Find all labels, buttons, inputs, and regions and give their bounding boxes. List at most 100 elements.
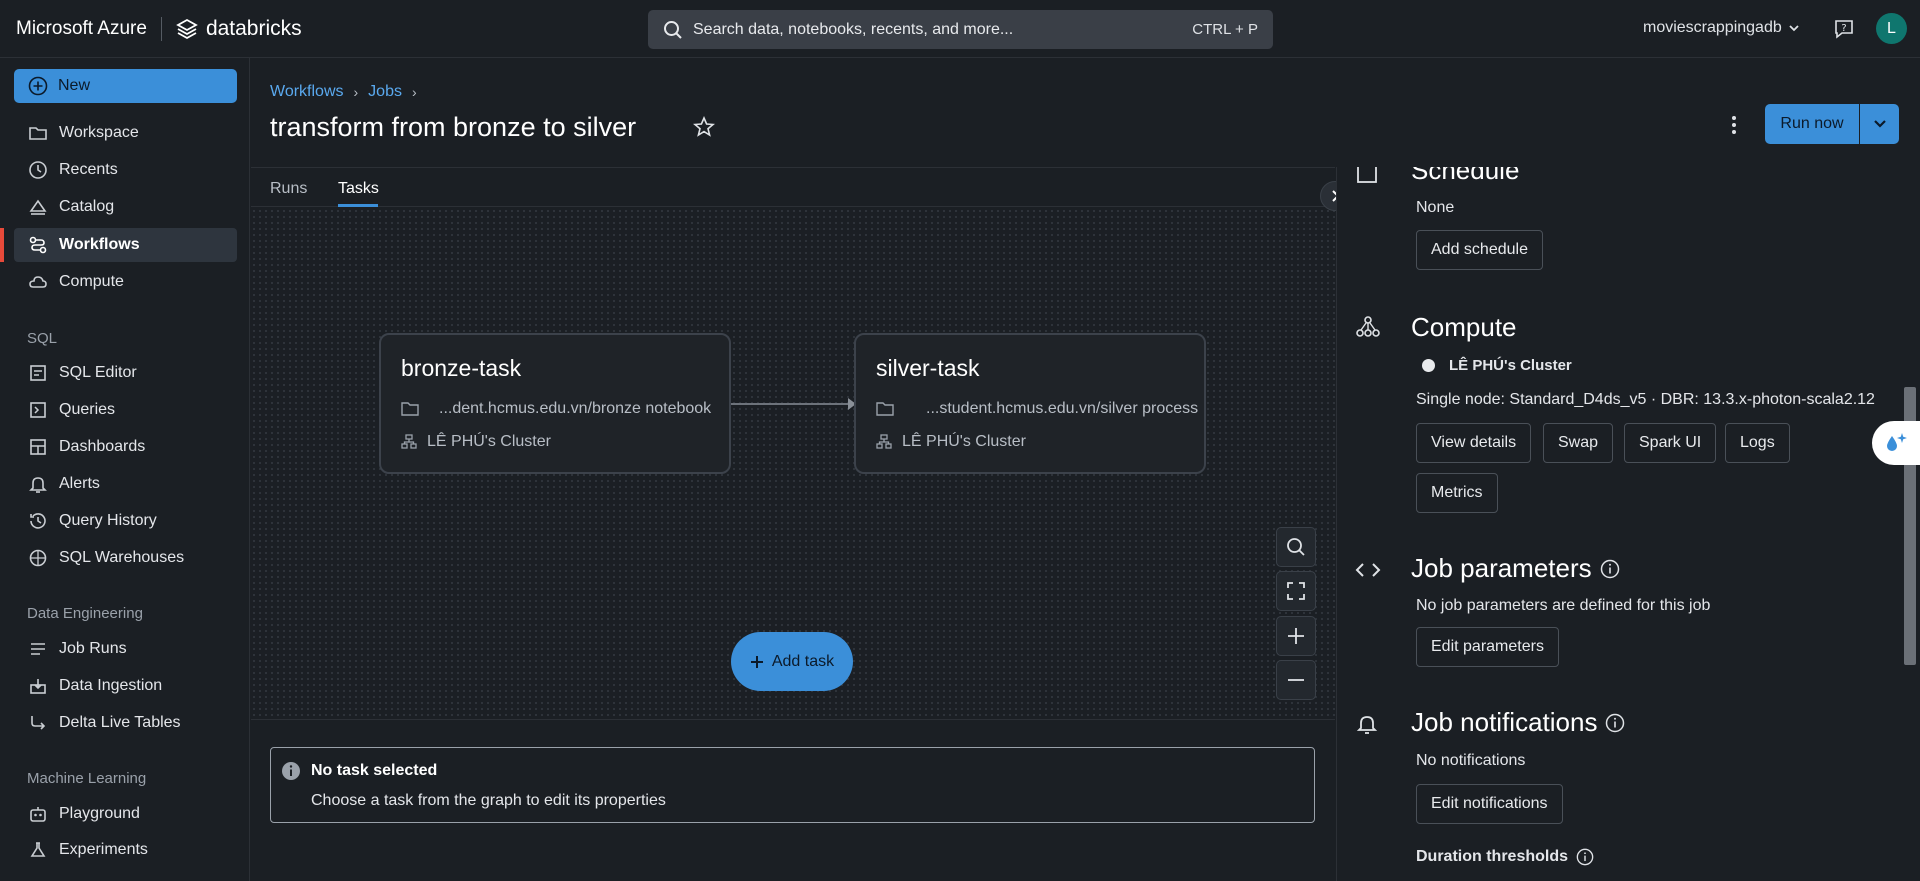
list-icon	[31, 643, 45, 655]
task-name: bronze-task	[401, 355, 522, 381]
job-parameters-title-text: Job parameters	[1411, 553, 1592, 583]
search-shortcut: CTRL + P	[1192, 21, 1258, 38]
zoom-out-button[interactable]	[1276, 660, 1316, 700]
edit-notifications-button[interactable]: Edit notifications	[1416, 784, 1563, 824]
star-icon[interactable]	[693, 116, 715, 138]
info-icon[interactable]	[1576, 848, 1594, 866]
sidebar-item-label: Workspace	[59, 124, 139, 141]
task-node-bronze[interactable]: bronze-task ...dent.hcmus.edu.vn/bronze …	[379, 333, 731, 474]
notice-title: No task selected	[311, 762, 438, 779]
compute-cluster-name: LÊ PHÚ's Cluster	[1449, 357, 1572, 374]
breadcrumb-workflows[interactable]: Workflows	[270, 83, 344, 101]
compute-details: Single node: Standard_D4ds_v5 · DBR: 13.…	[1416, 391, 1875, 408]
info-icon[interactable]	[1605, 713, 1625, 733]
pipeline-icon	[31, 716, 46, 730]
workspace-switcher[interactable]: moviescrappingadb	[1643, 19, 1800, 37]
sidebar-item-dashboards[interactable]: Dashboards	[14, 430, 237, 464]
fit-view-button[interactable]	[1276, 571, 1316, 611]
sidebar-item-alerts[interactable]: Alerts	[14, 467, 237, 501]
tab-bar: Runs Tasks	[251, 167, 1335, 207]
sidebar-item-sql-editor[interactable]: SQL Editor	[14, 356, 237, 390]
calendar-icon	[1357, 167, 1377, 183]
sidebar-item-label: Compute	[59, 273, 124, 290]
sidebar-item-workflows[interactable]: Workflows	[14, 228, 237, 262]
task-node-silver[interactable]: silver-task ...student.hcmus.edu.vn/silv…	[854, 333, 1206, 474]
new-button[interactable]: New	[14, 69, 237, 103]
run-now-dropdown[interactable]	[1859, 104, 1899, 144]
sidebar-item-job-runs[interactable]: Job Runs	[14, 632, 237, 666]
swap-button[interactable]: Swap	[1543, 423, 1614, 463]
duration-thresholds-title: Duration thresholds	[1416, 848, 1594, 866]
sidebar-section-machine-learning: Machine Learning	[27, 770, 147, 787]
tab-tasks[interactable]: Tasks	[338, 180, 379, 198]
schedule-value: None	[1416, 199, 1455, 216]
job-notifications-title-text: Job notifications	[1411, 707, 1598, 737]
sidebar-item-label: SQL Warehouses	[59, 549, 185, 566]
sidebar-item-queries[interactable]: Queries	[14, 393, 237, 427]
workspace-name: moviescrappingadb	[1643, 19, 1782, 36]
active-item-marker	[0, 228, 4, 262]
info-icon	[282, 762, 300, 780]
assistant-float-button[interactable]	[1872, 421, 1920, 465]
sidebar-item-recents[interactable]: Recents	[14, 153, 237, 187]
sidebar-item-compute[interactable]: Compute	[14, 265, 237, 299]
breadcrumb-jobs[interactable]: Jobs	[368, 83, 402, 101]
bell-icon	[29, 477, 47, 493]
sidebar-item-query-history[interactable]: Query History	[14, 504, 237, 538]
edit-parameters-button[interactable]: Edit parameters	[1416, 627, 1559, 667]
logs-button[interactable]: Logs	[1725, 423, 1790, 463]
sidebar-item-delta-live-tables[interactable]: Delta Live Tables	[14, 706, 237, 740]
sidebar-item-playground[interactable]: Playground	[14, 797, 237, 831]
sidebar-item-workspace[interactable]: Workspace	[14, 116, 237, 150]
cluster-status-dot	[1422, 359, 1435, 372]
sidebar-item-label: Dashboards	[59, 438, 146, 455]
brand[interactable]: Microsoft Azure databricks	[16, 17, 302, 41]
add-schedule-button[interactable]: Add schedule	[1416, 230, 1543, 270]
code-icon	[1355, 563, 1381, 577]
search-bar[interactable]: Search data, notebooks, recents, and mor…	[648, 10, 1273, 49]
spark-ui-button[interactable]: Spark UI	[1624, 423, 1717, 463]
cluster-icon	[401, 434, 417, 449]
folder-icon	[401, 402, 419, 416]
panel-scrollbar[interactable]	[1900, 167, 1920, 881]
dependency-edge	[731, 403, 852, 405]
sidebar-item-label: Playground	[59, 805, 140, 822]
view-details-button[interactable]: View details	[1416, 423, 1532, 463]
sidebar-item-label: Experiments	[59, 841, 148, 858]
compute-icon	[1356, 316, 1380, 337]
compute-cluster[interactable]: LÊ PHÚ's Cluster	[1416, 357, 1572, 374]
flask-icon	[30, 842, 46, 857]
task-cluster-name: LÊ PHÚ's Cluster	[427, 433, 551, 450]
catalog-icon	[29, 199, 47, 215]
sidebar-item-data-ingestion[interactable]: Data Ingestion	[14, 669, 237, 703]
fullscreen-icon	[1287, 582, 1305, 600]
tab-runs[interactable]: Runs	[270, 180, 307, 198]
sidebar-item-label: Recents	[59, 161, 118, 178]
robot-icon	[30, 807, 46, 822]
metrics-button[interactable]: Metrics	[1416, 473, 1498, 513]
bell-icon	[1356, 716, 1378, 734]
sidebar-item-catalog[interactable]: Catalog	[14, 190, 237, 224]
run-now-button[interactable]: Run now	[1765, 104, 1859, 144]
sidebar-item-label: Workflows	[59, 236, 140, 253]
svg-text:?: ?	[1841, 23, 1846, 34]
databricks-icon	[176, 18, 198, 40]
sidebar: New Workspace Recents Catalog Workflows …	[0, 58, 250, 881]
chevron-right-icon: ›	[411, 84, 417, 100]
search-placeholder: Search data, notebooks, recents, and mor…	[693, 20, 1014, 38]
sidebar-item-experiments[interactable]: Experiments	[14, 833, 237, 867]
zoom-in-button[interactable]	[1276, 616, 1316, 656]
help-icon[interactable]: ?	[1832, 17, 1856, 41]
chevron-down-icon	[1873, 120, 1886, 128]
chevron-down-icon	[1789, 25, 1799, 32]
warehouse-icon	[29, 549, 47, 567]
ingestion-icon	[30, 679, 46, 694]
zoom-search-button[interactable]	[1276, 527, 1316, 567]
cloud-icon	[29, 276, 47, 288]
sidebar-item-label: Queries	[59, 401, 116, 418]
add-task-button[interactable]: Add task	[731, 632, 853, 691]
sidebar-item-sql-warehouses[interactable]: SQL Warehouses	[14, 541, 237, 575]
avatar[interactable]: L	[1876, 13, 1907, 44]
more-options-icon[interactable]	[1724, 114, 1744, 136]
info-icon[interactable]	[1600, 559, 1620, 579]
